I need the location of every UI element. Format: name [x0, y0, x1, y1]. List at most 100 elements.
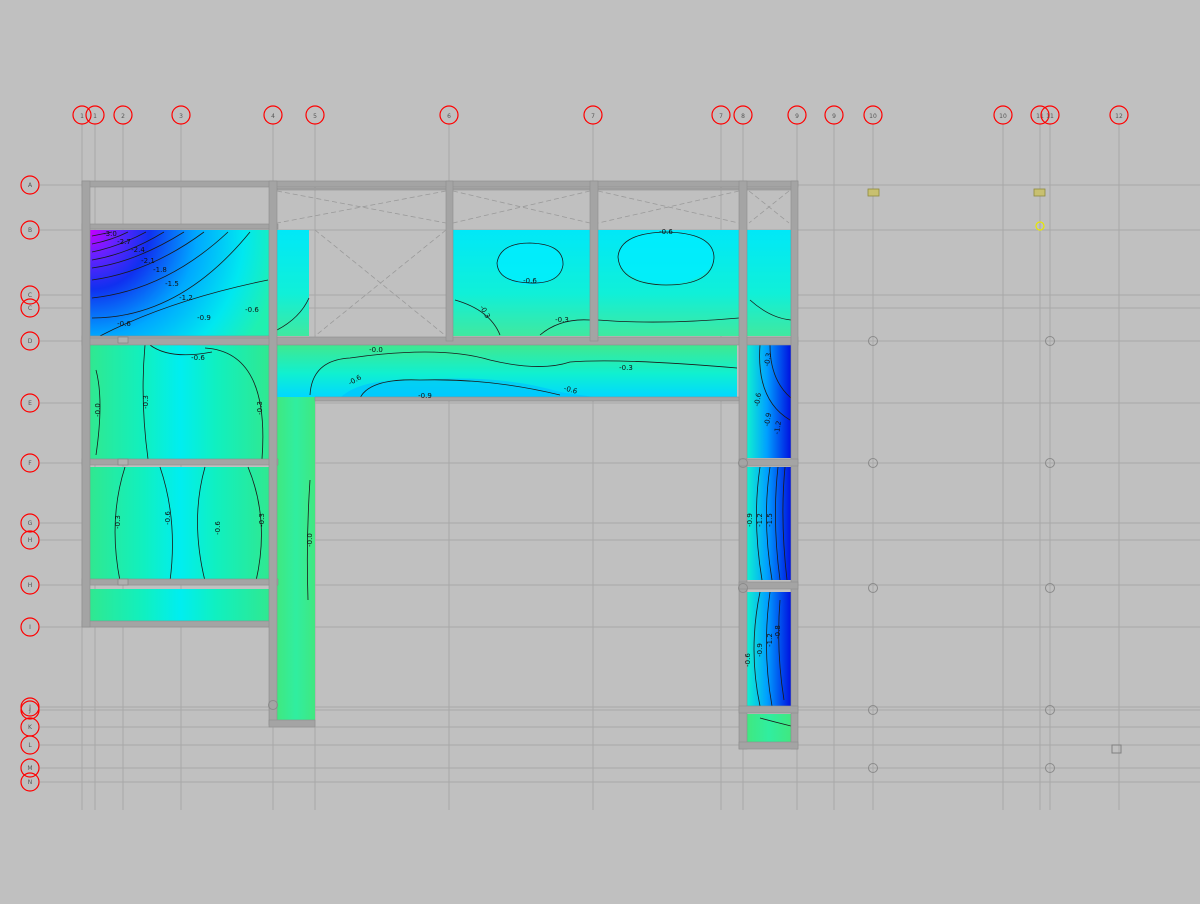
beam-a[interactable] [81, 223, 279, 230]
beam-top-inner[interactable] [276, 187, 798, 191]
grid-bubble-c-9[interactable]: 9 [787, 105, 807, 125]
grid-bubble-r-a[interactable]: A [20, 175, 40, 195]
contour-label-lb11: -0.6 [659, 228, 673, 236]
contour-label-lb26: -0.6 [164, 511, 172, 525]
grid-bubble-c-2[interactable]: 2 [113, 105, 133, 125]
contour-label-lb28: -0.3 [258, 513, 266, 527]
contour-label-lb1: -3.0 [103, 230, 117, 238]
grid-bubble-c-8[interactable]: 8 [733, 105, 753, 125]
panel-left-mid [90, 345, 270, 459]
grid-bubble-label: H [28, 537, 33, 544]
grid-bubble-label: 1 [80, 113, 84, 120]
grid-bubble-label: 7 [591, 113, 595, 120]
grid-bubble-r-e[interactable]: E [20, 393, 40, 413]
grid-bubble-c-1a[interactable]: 1 [85, 105, 105, 125]
grid-bubble-r-k[interactable]: K [20, 717, 40, 737]
opening-top-2 [452, 190, 591, 224]
grid-bubble-r-i[interactable]: I [20, 617, 40, 637]
grid-bubble-r-c1[interactable]: C [20, 298, 40, 318]
grid-bubble-r-b[interactable]: B [20, 220, 40, 240]
beam-col7[interactable] [589, 180, 599, 342]
beam-col4[interactable] [268, 180, 278, 726]
grid-bubble-r-g[interactable]: G [20, 513, 40, 533]
contour-label-lb24: -0.0 [306, 533, 314, 547]
support-marker[interactable] [867, 188, 880, 197]
grid-bubble-label: C [28, 292, 32, 299]
beam-c-bottom[interactable] [81, 335, 275, 339]
grid-bubble-label: I [29, 624, 31, 631]
node-box[interactable] [1111, 744, 1122, 754]
beam-h-left[interactable] [81, 578, 279, 586]
beam-e-left[interactable] [81, 458, 279, 466]
grid-bubble-label: 6 [447, 113, 451, 120]
support-marker[interactable] [1033, 188, 1046, 197]
contour-label-lb25: -0.3 [114, 515, 122, 529]
grid-bubble-c-4[interactable]: 4 [263, 105, 283, 125]
slab-contour-viewport[interactable]: -3.0 -2.7 -2.4 -2.1 -1.8 -1.5 -1.2 -0.9 -0.6 -0.6… [0, 0, 1200, 900]
grid-bubble-label: 7 [719, 113, 723, 120]
opening-diagonal [452, 190, 591, 224]
grid-bubble-c-6[interactable]: 6 [439, 105, 459, 125]
contour-label-lb3: -2.4 [131, 246, 145, 254]
grid-bubble-label: H [28, 582, 33, 589]
grid-bubble-label: 3 [179, 113, 183, 120]
grid-bubble-c-12[interactable]: 12 [1109, 105, 1129, 125]
grid-bubble-label: B [28, 227, 32, 234]
column-stub[interactable] [117, 336, 129, 344]
grid-bubble-r-n[interactable]: N [20, 772, 40, 792]
grid-bubble-c-10[interactable]: 10 [863, 105, 883, 125]
panel-top-mid-left [277, 230, 309, 336]
contour-label-lb23: -0.3 [619, 364, 633, 372]
opening-diagonal [452, 190, 591, 224]
opening-top-4 [748, 190, 790, 224]
grid-bubble-c-7[interactable]: 7 [583, 105, 603, 125]
grid-bubble-c-5[interactable]: 5 [305, 105, 325, 125]
contour-label-lb39: -0.8 [774, 625, 782, 639]
grid-bubble-label: 11 [1046, 113, 1054, 120]
beam-j-left[interactable] [81, 620, 275, 628]
contour-label-lb17: -0.0 [94, 403, 102, 417]
beam-strip-bottom[interactable] [738, 741, 799, 750]
grid-bubble-r-f[interactable]: F [20, 453, 40, 473]
column-stub[interactable] [117, 458, 129, 466]
grid-bubble-r-l[interactable]: L [20, 735, 40, 755]
contour-label-lb21: -0.9 [418, 392, 432, 400]
grid-bubble-label: 8 [741, 113, 745, 120]
contour-label-lb10: -0.6 [523, 277, 537, 285]
contour-label-lb29: -0.0 [369, 346, 383, 354]
panel-left-bottom [90, 589, 270, 621]
contour-label-lb7: -1.2 [179, 294, 193, 302]
contour-label-lb38: -1.2 [766, 633, 774, 647]
grid-bubble-r-h1[interactable]: H [20, 575, 40, 595]
grid-bubble-label: 5 [313, 113, 317, 120]
grid-bubble-label: K [28, 724, 33, 731]
grid-bubble-c-9a[interactable]: 9 [824, 105, 844, 125]
contour-label-lb9: -0.6 [117, 320, 131, 328]
column-stub[interactable] [117, 578, 129, 586]
beam-vert-bottom[interactable] [268, 719, 316, 728]
contour-label-lb37: -0.9 [756, 643, 764, 657]
contour-label-lb6: -1.5 [165, 280, 179, 288]
grid-bubble-label: 2 [121, 113, 125, 120]
grid-bubble-r-h[interactable]: H [20, 530, 40, 550]
grid-bubble-c-10a[interactable]: 10 [993, 105, 1013, 125]
beam-col1[interactable] [81, 180, 91, 628]
slab-plan-drawing: -3.0-2.7-2.4-2.1-1.8-1.5-1.2-0.9-0.6-0.6… [20, 105, 1200, 810]
contour-label-lb36: -0.6 [744, 653, 752, 667]
beam-strip-k[interactable] [738, 705, 799, 714]
beam-col6[interactable] [445, 180, 454, 342]
beam-band-lower[interactable] [314, 396, 740, 402]
grid-bubble-c-7a[interactable]: 7 [711, 105, 731, 125]
beam-top-outer[interactable] [81, 180, 799, 188]
opening-top-3 [597, 190, 740, 224]
grid-bubble-label: E [28, 400, 32, 407]
grid-bubble-label: F [28, 460, 32, 467]
grid-bubble-r-m[interactable]: M [20, 758, 40, 778]
grid-bubble-r-d[interactable]: D [20, 331, 40, 351]
contour-label-lb4: -2.1 [141, 257, 155, 265]
grid-bubble-c-3[interactable]: 3 [171, 105, 191, 125]
panel-right-strip-4 [747, 714, 791, 742]
contour-label-lb8: -0.9 [197, 314, 211, 322]
grid-bubble-label: J [28, 707, 31, 714]
contour-label-lb2: -2.7 [117, 238, 131, 246]
